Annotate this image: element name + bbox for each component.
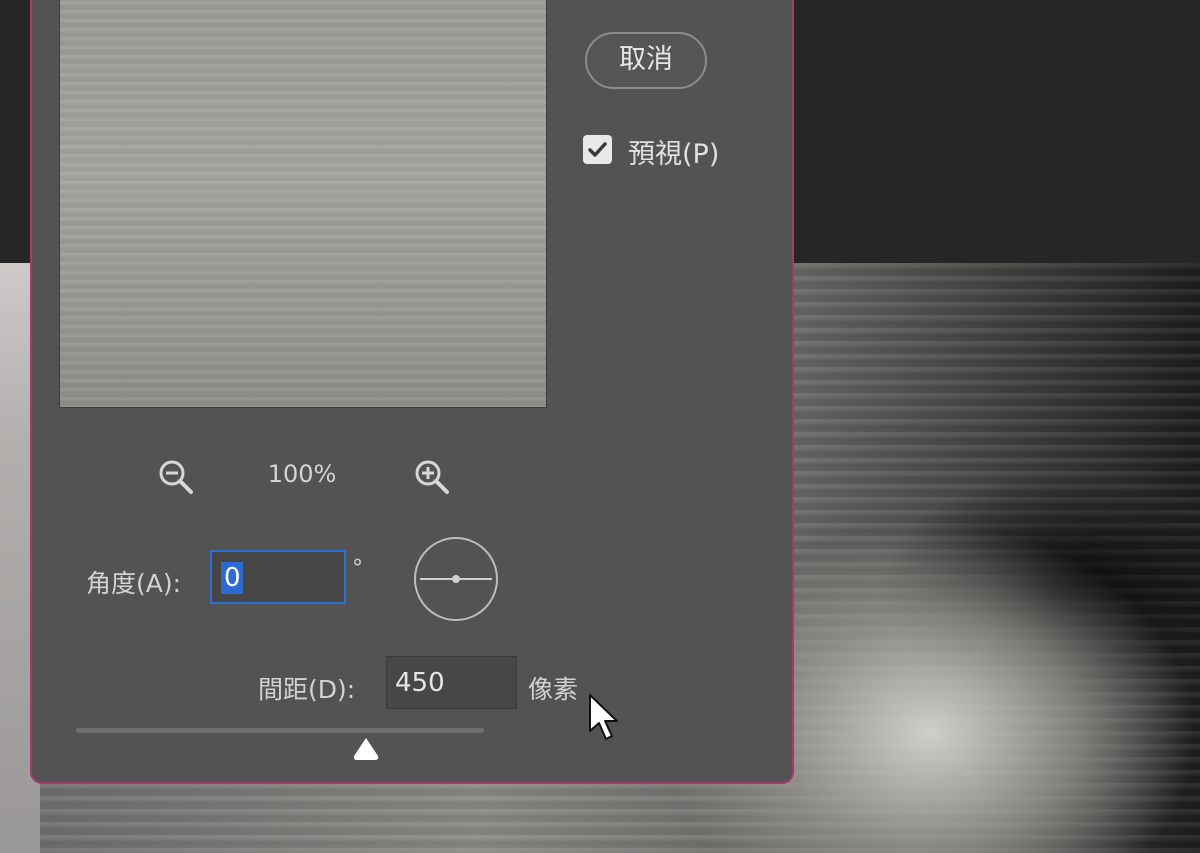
degree-unit: °	[352, 556, 363, 581]
distance-unit: 像素	[528, 675, 579, 704]
distance-input[interactable]	[386, 656, 517, 709]
zoom-out-icon[interactable]	[156, 457, 196, 501]
angle-input[interactable]	[210, 550, 346, 604]
angle-dial-icon[interactable]	[412, 535, 500, 627]
zoom-level: 100%	[267, 460, 337, 488]
preview-label[interactable]: 預視(P)	[628, 132, 719, 171]
triangle-slider-thumb-icon[interactable]	[351, 736, 381, 766]
distance-label: 間距(D):	[258, 675, 356, 704]
distance-slider[interactable]	[76, 728, 484, 733]
preview-checkbox[interactable]	[583, 135, 612, 164]
mouse-pointer-icon	[588, 693, 620, 749]
zoom-in-icon[interactable]	[412, 457, 452, 501]
angle-label: 角度(A):	[86, 569, 182, 598]
cancel-button[interactable]: 取消	[585, 32, 707, 89]
checkmark-icon	[588, 142, 607, 157]
filter-preview[interactable]	[59, 0, 547, 408]
motion-blur-dialog: 100% 取消 預視(P) 角度(A): 0 ° 間距(D): 像素	[30, 0, 794, 784]
